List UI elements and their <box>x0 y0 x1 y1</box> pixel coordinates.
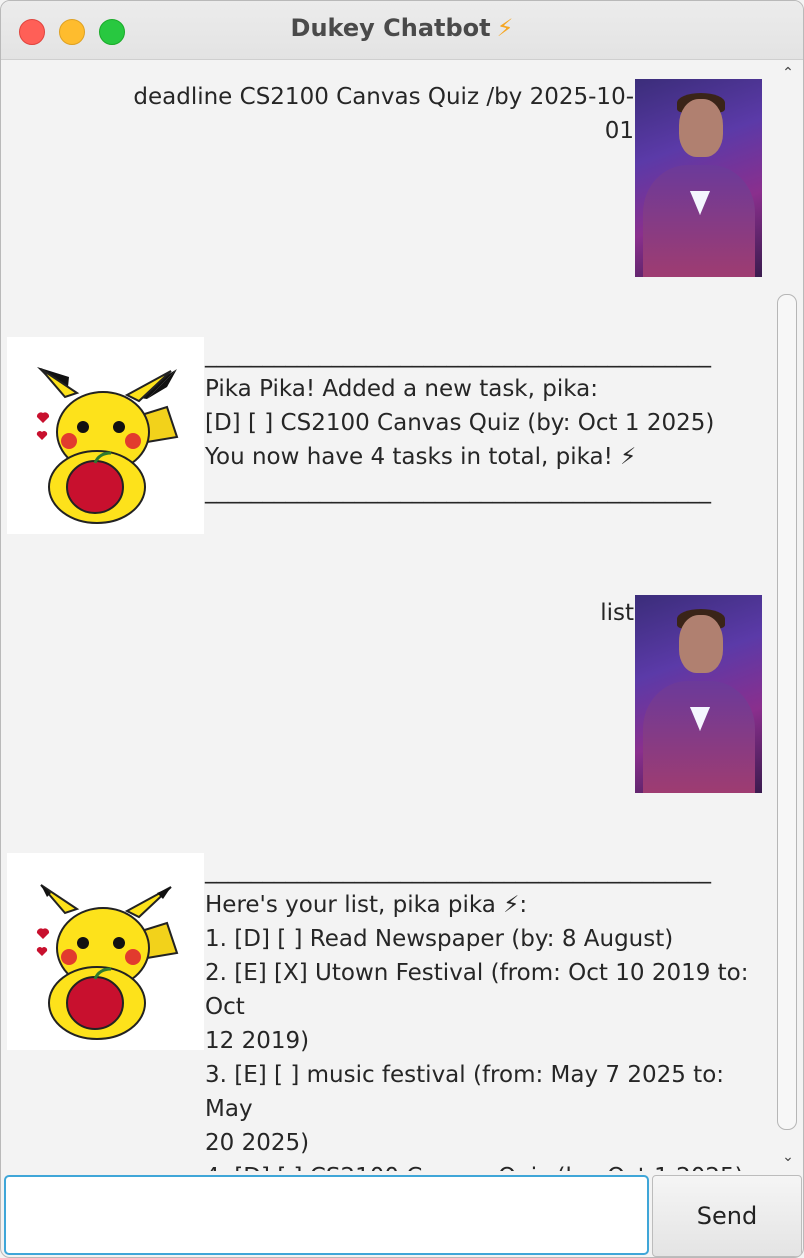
title-bar: Dukey Chatbot ⚡ <box>1 1 803 60</box>
bot-message-text: ________________________________________… <box>205 342 715 504</box>
user-message-text: list <box>600 600 634 626</box>
send-button[interactable]: Send <box>652 1175 802 1257</box>
scrollbar-thumb[interactable] <box>777 294 797 1130</box>
scroll-down-arrow-icon[interactable]: ⌄ <box>779 1150 797 1164</box>
message-input[interactable] <box>4 1175 649 1255</box>
scroll-up-arrow-icon[interactable]: ⌃ <box>779 66 797 80</box>
user-message-text: deadline CS2100 Canvas Quiz /by 2025-10-… <box>133 84 634 144</box>
app-window: Dukey Chatbot ⚡ deadline CS2100 Canvas Qu… <box>0 0 804 1258</box>
window-title-text: Dukey Chatbot <box>290 14 491 42</box>
pikachu-avatar <box>7 337 204 534</box>
pikachu-avatar <box>7 853 204 1050</box>
iron-man-avatar <box>635 79 762 277</box>
vertical-scrollbar[interactable]: ⌃ ⌄ <box>773 60 803 1171</box>
iron-man-avatar <box>635 595 762 793</box>
dialog-container[interactable]: deadline CS2100 Canvas Quiz /by 2025-10-… <box>1 60 773 1171</box>
bot-message-text: ________________________________________… <box>205 858 749 1171</box>
lightning-icon: ⚡ <box>496 14 514 42</box>
window-title: Dukey Chatbot ⚡ <box>1 14 803 42</box>
